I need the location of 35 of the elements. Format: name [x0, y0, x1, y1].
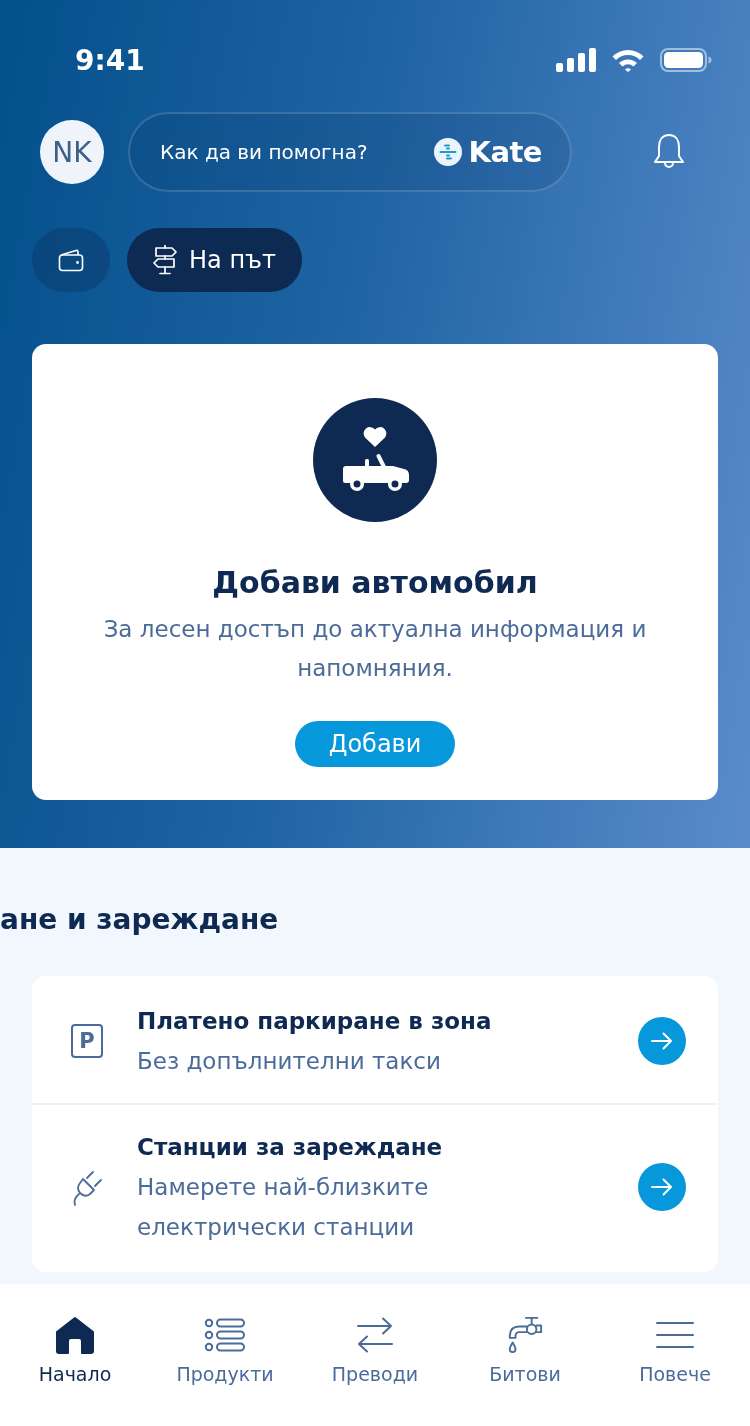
wifi-icon	[611, 48, 645, 72]
section-title: ане и зареждане	[0, 902, 280, 938]
assistant-name: Kate	[468, 135, 542, 169]
open-button[interactable]	[638, 1017, 686, 1065]
home-icon	[55, 1316, 95, 1354]
card-title: Добави автомобил	[212, 564, 538, 602]
filter-tab[interactable]: На път	[127, 228, 302, 292]
nav-tab[interactable]: Преводи	[300, 1284, 450, 1426]
add-button[interactable]: Добави	[294, 721, 456, 767]
battery-icon	[660, 48, 712, 72]
signpost-icon	[153, 245, 177, 275]
assistant-search-bar[interactable]: Как да ви помогна? Kate	[128, 112, 572, 192]
row-title: Платено паркиране в зона	[137, 1007, 493, 1036]
row-subtitle: Намерете най-близките електрически станции	[137, 1173, 430, 1242]
list-icon	[204, 1316, 246, 1354]
nav-tab[interactable]: Повече	[600, 1284, 750, 1426]
faucet-icon	[506, 1316, 544, 1354]
wallet-icon	[58, 248, 84, 272]
card-description: За лесен достъп до актуална информация и напомняния.	[102, 615, 648, 683]
nav-tab[interactable]: Начало	[0, 1284, 150, 1426]
bell-icon	[653, 133, 685, 171]
nav-tab[interactable]: Продукти	[150, 1284, 300, 1426]
row-subtitle: Без допълнителни такси	[137, 1047, 442, 1076]
arrow-right-icon	[651, 1032, 673, 1050]
assistant-logo-icon	[434, 138, 463, 166]
row-title: Станции за зареждане	[137, 1133, 444, 1162]
arrow-right-icon	[651, 1178, 673, 1196]
avatar[interactable]: NK	[40, 120, 104, 184]
search-input[interactable]: Как да ви помогна?	[160, 140, 435, 164]
signal-icon	[556, 48, 596, 72]
nav-tab[interactable]: Битови	[450, 1284, 600, 1426]
status-time: 9:41	[75, 43, 145, 77]
parking-sign: P	[71, 1024, 103, 1058]
transfer-arrows-icon	[357, 1316, 393, 1354]
open-button[interactable]	[638, 1163, 686, 1211]
